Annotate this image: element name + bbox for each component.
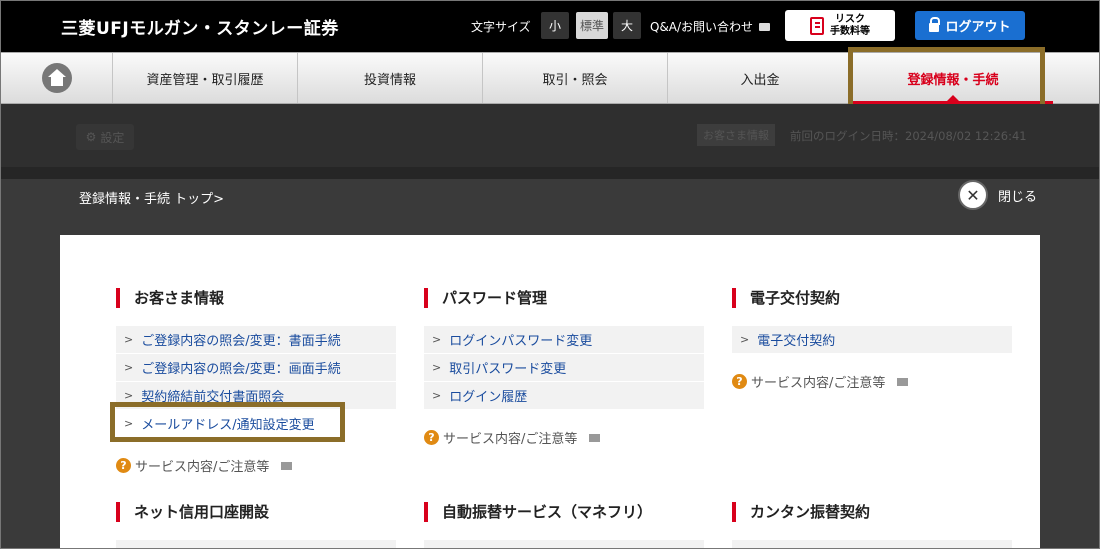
note-label: サービス内容/ご注意等	[443, 432, 578, 447]
font-size-label: 文字サイズ	[471, 20, 531, 34]
settings-button[interactable]: ⚙ 設定	[76, 124, 134, 150]
section-customer-info: お客さま情報 > ご登録内容の照会/変更：書面手続 > ご登録内容の照会/変更：画面…	[116, 287, 396, 475]
close-icon: ✕	[958, 180, 988, 210]
list-item[interactable]	[424, 540, 704, 549]
logout-label: ログアウト	[945, 20, 1011, 35]
chevron-right-icon: >	[124, 417, 134, 430]
service-notes-link[interactable]: ? サービス内容/ご注意等	[424, 428, 704, 447]
risk-line-1: リスク	[835, 13, 865, 25]
subheader: ⚙ 設定 お客さま情報 前回のログイン日時：2024/08/02 12:26:4…	[0, 104, 1100, 167]
nav-item-assets[interactable]: 資産管理・取引履歴	[113, 53, 298, 103]
menu-card: お客さま情報 > ご登録内容の照会/変更：書面手続 > ご登録内容の照会/変更：画面…	[60, 235, 1040, 549]
font-size-small-button[interactable]: 小	[541, 12, 569, 39]
link-label: 取引パスワード変更	[449, 362, 567, 377]
window-icon	[897, 377, 909, 386]
section-title: ネット信用口座開設	[116, 501, 396, 523]
chevron-right-icon: >	[124, 333, 134, 346]
service-notes-link[interactable]: ? サービス内容/ご注意等	[732, 372, 1012, 391]
link-label: ログインパスワード変更	[449, 334, 593, 349]
close-label: 閉じる	[998, 189, 1038, 205]
document-icon	[810, 16, 824, 35]
link-label: 電子交付契約	[757, 334, 836, 349]
link-label: ご登録内容の照会/変更：画面手続	[141, 362, 341, 377]
section-title: お客さま情報	[116, 287, 396, 309]
section-title: 自動振替サービス（マネフリ）	[424, 501, 704, 523]
chevron-right-icon: >	[740, 333, 750, 346]
section-electronic-delivery: 電子交付契約 > 電子交付契約 ? サービス内容/ご注意等	[732, 287, 1012, 391]
qa-contact-link[interactable]: Q&A/お問い合わせ	[650, 18, 771, 35]
link-pre-contract-documents[interactable]: > 契約締結前交付書面照会	[116, 382, 396, 410]
section-auto-transfer: 自動振替サービス（マネフリ）	[424, 501, 704, 549]
question-icon: ?	[732, 374, 747, 389]
top-bar: 三菱UFJモルガン・スタンレー証券 文字サイズ 小 標準 大 Q&A/お問い合わ…	[0, 0, 1100, 52]
section-password: パスワード管理 > ログインパスワード変更 > 取引パスワード変更 > ログイン履歴 …	[424, 287, 704, 447]
close-button[interactable]: ✕ 閉じる	[958, 180, 1037, 210]
nav-item-registration[interactable]: 登録情報・手続	[853, 53, 1053, 104]
link-electronic-delivery[interactable]: > 電子交付契約	[732, 326, 1012, 354]
divider	[0, 167, 1100, 179]
gear-icon: ⚙	[85, 130, 97, 144]
section-title: パスワード管理	[424, 287, 704, 309]
chevron-right-icon: >	[432, 333, 442, 346]
link-label: 契約締結前交付書面照会	[141, 390, 285, 405]
main-nav: 資産管理・取引履歴 投資情報 取引・照会 入出金 登録情報・手続	[0, 52, 1100, 104]
customer-info-badge[interactable]: お客さま情報	[697, 124, 775, 146]
nav-home[interactable]	[1, 53, 113, 103]
risk-fees-button[interactable]: リスク 手数料等	[785, 10, 895, 41]
service-notes-link[interactable]: ? サービス内容/ご注意等	[116, 456, 396, 475]
settings-label: 設定	[100, 130, 125, 145]
chevron-right-icon: >	[432, 361, 442, 374]
nav-item-trading[interactable]: 取引・照会	[483, 53, 668, 103]
question-icon: ?	[116, 458, 131, 473]
brand-logo[interactable]: 三菱UFJモルガン・スタンレー証券	[61, 14, 339, 39]
section-margin-account: ネット信用口座開設	[116, 501, 396, 549]
link-trade-password[interactable]: > 取引パスワード変更	[424, 354, 704, 382]
font-size-large-button[interactable]: 大	[613, 12, 641, 39]
home-icon	[41, 63, 72, 93]
chevron-right-icon: >	[124, 389, 134, 402]
link-login-password[interactable]: > ログインパスワード変更	[424, 326, 704, 354]
note-label: サービス内容/ご注意等	[751, 376, 886, 391]
chevron-right-icon: >	[432, 389, 442, 402]
window-icon	[281, 461, 293, 470]
qa-contact-label: Q&A/お問い合わせ	[650, 20, 754, 34]
breadcrumb[interactable]: 登録情報・手続 トップ>	[79, 188, 224, 207]
link-label: メールアドレス/通知設定変更	[141, 418, 315, 433]
link-label: ログイン履歴	[449, 390, 528, 405]
logout-button[interactable]: ログアウト	[915, 11, 1025, 40]
last-login-text: 前回のログイン日時：2024/08/02 12:26:41	[790, 129, 1027, 143]
section-title: 電子交付契約	[732, 287, 1012, 309]
nav-item-deposit-withdrawal[interactable]: 入出金	[668, 53, 853, 103]
section-easy-transfer: カンタン振替契約	[732, 501, 1012, 549]
lock-icon	[929, 17, 941, 32]
font-size-standard-button[interactable]: 標準	[576, 12, 608, 39]
list-item[interactable]	[732, 540, 1012, 549]
window-icon	[589, 433, 601, 442]
link-registration-paper[interactable]: > ご登録内容の照会/変更：書面手続	[116, 326, 396, 354]
nav-item-investment-info[interactable]: 投資情報	[298, 53, 483, 103]
link-email-notification-settings[interactable]: > メールアドレス/通知設定変更	[116, 410, 396, 438]
risk-fees-label: リスク 手数料等	[830, 14, 870, 38]
link-label: ご登録内容の照会/変更：書面手続	[141, 334, 341, 349]
link-registration-screen[interactable]: > ご登録内容の照会/変更：画面手続	[116, 354, 396, 382]
note-label: サービス内容/ご注意等	[135, 460, 270, 475]
window-icon	[759, 22, 771, 31]
risk-line-2: 手数料等	[830, 25, 870, 37]
list-item[interactable]	[116, 540, 396, 549]
link-login-history[interactable]: > ログイン履歴	[424, 382, 704, 410]
question-icon: ?	[424, 430, 439, 445]
section-title: カンタン振替契約	[732, 501, 1012, 523]
chevron-right-icon: >	[124, 361, 134, 374]
